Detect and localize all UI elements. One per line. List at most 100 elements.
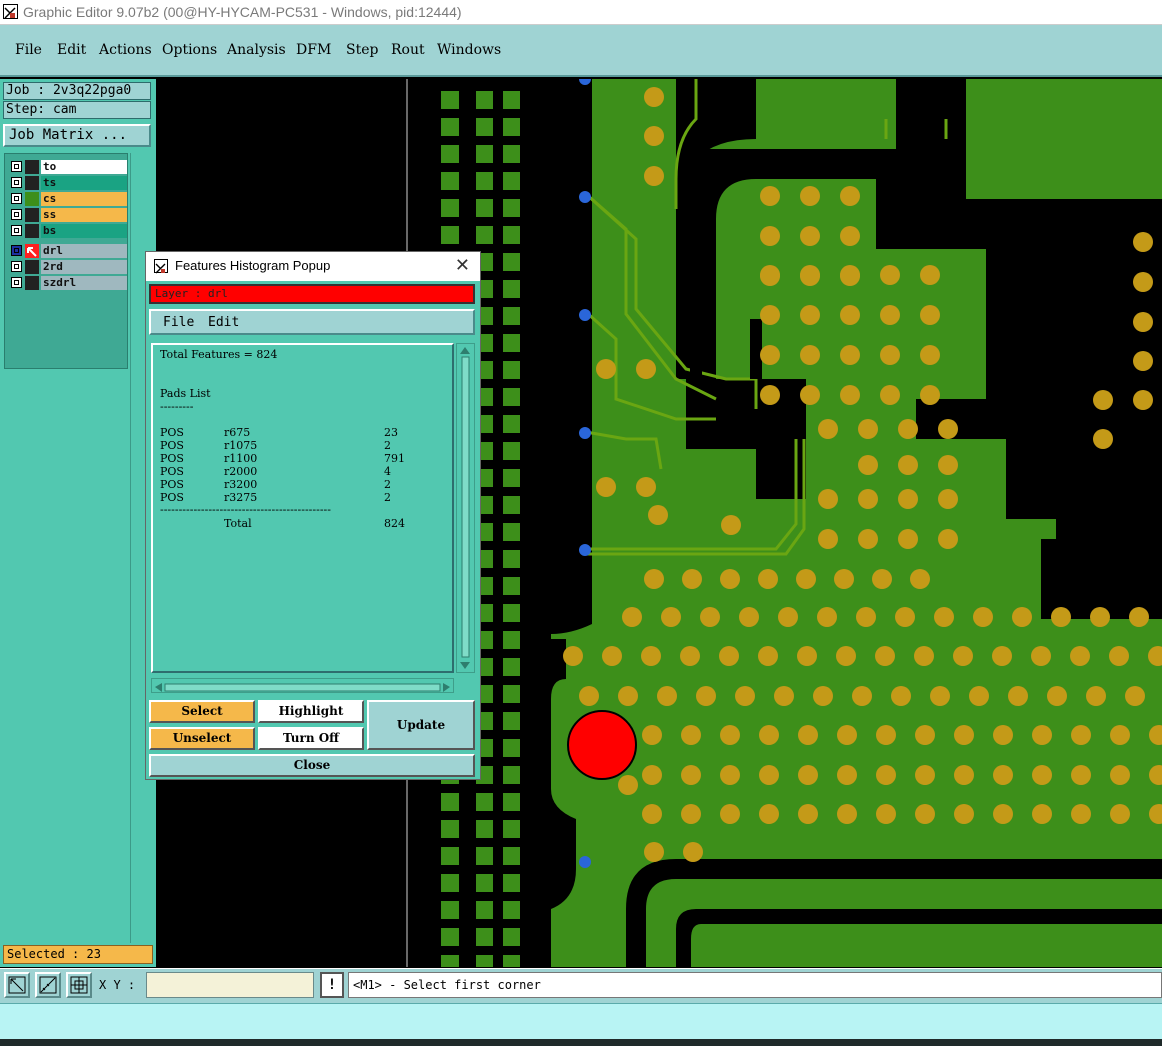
layer-row-ts[interactable]: ts [7, 176, 127, 190]
round-pad [760, 345, 780, 365]
round-pad [876, 804, 896, 824]
square-pad [503, 793, 520, 811]
square-pad [503, 550, 520, 568]
round-pad [644, 166, 664, 186]
popup-menu-file[interactable]: File [163, 315, 194, 330]
measure-icon[interactable] [35, 972, 61, 998]
round-pad [813, 686, 833, 706]
horizontal-scrollbar[interactable] [151, 678, 454, 693]
message-icon[interactable]: ! [320, 972, 344, 998]
layer-swatch [25, 208, 39, 222]
round-pad [818, 419, 838, 439]
round-pad [858, 419, 878, 439]
layer-toggle[interactable] [11, 277, 22, 288]
round-pad [648, 505, 668, 525]
round-pad [954, 765, 974, 785]
xy-input[interactable] [146, 972, 314, 998]
round-pad [1129, 607, 1149, 627]
menu-file[interactable]: File [15, 42, 42, 58]
round-pad [920, 305, 940, 325]
layer-row-bs[interactable]: bs [7, 224, 127, 238]
layer-toggle[interactable] [11, 161, 22, 172]
round-pad [840, 226, 860, 246]
round-pad [969, 686, 989, 706]
round-pad [798, 804, 818, 824]
popup-menu-edit[interactable]: Edit [208, 315, 239, 330]
round-pad [840, 186, 860, 206]
layer-name: ts [41, 176, 127, 190]
layer-swatch [25, 160, 39, 174]
close-icon[interactable]: ✕ [455, 255, 470, 276]
round-pad [840, 265, 860, 285]
round-pad [1109, 646, 1129, 666]
layer-toggle[interactable] [11, 209, 22, 220]
round-pad [891, 686, 911, 706]
total-value: 824 [384, 517, 405, 530]
selected-count: Selected : 23 [3, 945, 153, 964]
layer-row-cs[interactable]: cs [7, 192, 127, 206]
layer-row-szdrl[interactable]: szdrl [7, 276, 127, 290]
round-pad [1071, 725, 1091, 745]
menu-edit[interactable]: Edit [57, 42, 86, 58]
histogram-text-area[interactable]: Total Features = 824 Pads List ---------… [151, 343, 454, 673]
layer-toggle[interactable] [11, 177, 22, 188]
layer-row-ss[interactable]: ss [7, 208, 127, 222]
square-pad [503, 280, 520, 298]
menu-actions[interactable]: Actions [99, 42, 152, 58]
round-pad [914, 646, 934, 666]
left-panel: Job : 2v3q22pga0 Step: cam Job Matrix ..… [0, 79, 156, 967]
round-pad [1071, 765, 1091, 785]
square-pad [476, 118, 493, 136]
round-pad [852, 686, 872, 706]
total-divider: ----------------------------------------… [160, 503, 331, 516]
menu-windows[interactable]: Windows [437, 42, 501, 58]
layer-toggle[interactable] [11, 225, 22, 236]
round-pad [642, 804, 662, 824]
menu-options[interactable]: Options [162, 42, 217, 58]
menu-step[interactable]: Step [346, 42, 378, 58]
round-pad [872, 569, 892, 589]
step-name: Step: cam [3, 101, 151, 119]
round-pad [1093, 390, 1113, 410]
round-pad [622, 607, 642, 627]
unselect-button[interactable]: Unselect [149, 727, 255, 750]
layer-toggle[interactable] [11, 245, 22, 256]
round-pad [758, 569, 778, 589]
square-pad [503, 820, 520, 838]
select-button[interactable]: Select [149, 700, 255, 723]
update-button[interactable]: Update [367, 700, 475, 750]
layer-row-drl[interactable]: drl [7, 244, 127, 258]
close-button[interactable]: Close [149, 754, 475, 777]
highlight-button[interactable]: Highlight [258, 700, 364, 723]
round-pad [774, 686, 794, 706]
round-pad [818, 489, 838, 509]
round-pad [760, 186, 780, 206]
square-pad [503, 847, 520, 865]
square-pad [503, 928, 520, 946]
square-pad [503, 172, 520, 190]
round-pad [1093, 429, 1113, 449]
menu-analysis[interactable]: Analysis [227, 42, 286, 58]
square-pad [503, 118, 520, 136]
round-pad [992, 646, 1012, 666]
round-pad [836, 646, 856, 666]
layer-row-2rd[interactable]: 2rd [7, 260, 127, 274]
round-pad [696, 686, 716, 706]
vertical-scrollbar[interactable] [456, 343, 475, 673]
job-matrix-button[interactable]: Job Matrix ... [3, 124, 151, 147]
menu-dfm[interactable]: DFM [296, 42, 331, 58]
zoom-icon[interactable] [4, 972, 30, 998]
layer-toggle[interactable] [11, 261, 22, 272]
square-pad [503, 199, 520, 217]
round-pad [938, 419, 958, 439]
popup-title: Features Histogram Popup [175, 258, 331, 273]
turn-off-button[interactable]: Turn Off [258, 727, 364, 750]
layer-swatch [25, 244, 39, 258]
round-pad [758, 646, 778, 666]
menu-bar: File Edit Actions Options Analysis DFM S… [0, 25, 1162, 77]
snap-grid-icon[interactable] [66, 972, 92, 998]
layer-toggle[interactable] [11, 193, 22, 204]
menu-rout[interactable]: Rout [391, 42, 425, 58]
layer-swatch [25, 192, 39, 206]
layer-row-to[interactable]: to [7, 160, 127, 174]
